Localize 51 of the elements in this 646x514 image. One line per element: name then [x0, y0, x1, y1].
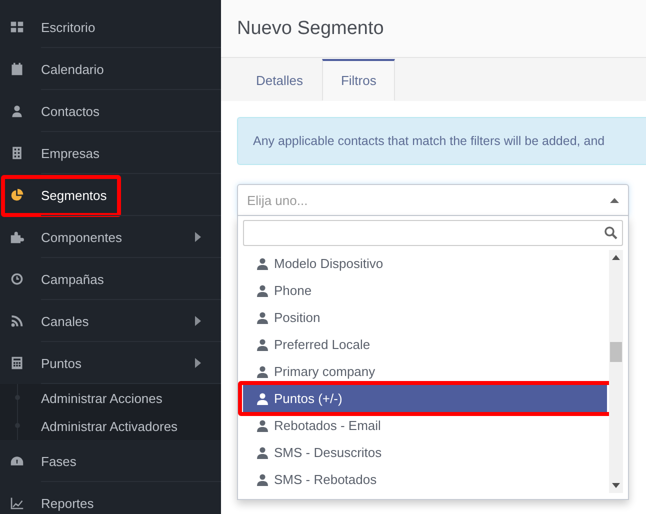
user-icon: [10, 104, 24, 118]
line-chart-icon: [10, 496, 24, 510]
grid-icon: [10, 20, 24, 34]
user-icon: [257, 392, 268, 404]
gauge-icon: [10, 454, 24, 468]
tab[interactable]: Filtros: [322, 59, 396, 101]
scrollbar-thumb[interactable]: [610, 342, 622, 362]
sidebar-item[interactable]: Canales: [0, 300, 221, 342]
dropdown-option[interactable]: Modelo Dispositivo: [243, 250, 607, 277]
rss-icon: [10, 314, 24, 328]
user-icon: [257, 420, 268, 432]
dropdown-option[interactable]: Primary company: [243, 358, 607, 385]
pie-chart-icon: [10, 188, 24, 202]
scrollbar[interactable]: [609, 250, 623, 493]
puzzle-icon: [10, 230, 24, 244]
user-icon: [257, 366, 268, 378]
sidebar-item[interactable]: Calendario: [0, 48, 221, 90]
sidebar-item[interactable]: Empresas: [0, 132, 221, 174]
sidebar-item[interactable]: Segmentos: [0, 174, 221, 216]
dropdown-option[interactable]: Preferred Locale: [243, 331, 607, 358]
sidebar-item[interactable]: Escritorio: [0, 6, 221, 48]
submenu-item[interactable]: Administrar Acciones: [41, 390, 162, 406]
scroll-down-icon[interactable]: [612, 483, 620, 488]
user-icon: [257, 284, 268, 296]
dropdown-option[interactable]: Position: [243, 304, 607, 331]
building-icon: [10, 146, 24, 160]
sidebar-item[interactable]: Componentes: [0, 216, 221, 258]
search-icon: [604, 226, 618, 240]
info-alert: Any applicable contacts that match the filters will be added, and: [237, 117, 646, 165]
calculator-icon: [10, 356, 24, 370]
dropdown-option[interactable]: Phone: [243, 277, 607, 304]
user-icon: [257, 258, 268, 270]
sidebar-item[interactable]: Contactos: [0, 90, 221, 132]
calendar-icon: [10, 62, 24, 76]
user-icon: [257, 474, 268, 486]
scroll-up-icon[interactable]: [612, 255, 620, 260]
sidebar-item[interactable]: Puntos: [0, 342, 221, 384]
page-title: Nuevo Segmento: [237, 18, 384, 40]
clock-icon: [10, 272, 24, 286]
search-field[interactable]: [243, 220, 623, 246]
user-icon: [257, 446, 268, 458]
tab[interactable]: Detalles: [237, 59, 322, 101]
user-icon: [257, 312, 268, 324]
caret-up-icon: [610, 198, 619, 202]
sidebar-item[interactable]: Campañas: [0, 258, 221, 300]
submenu-item[interactable]: Administrar Activadores: [41, 418, 178, 434]
dropdown-option[interactable]: Rebotados - Email: [243, 412, 607, 439]
dropdown-option[interactable]: SMS - Rebotados: [243, 466, 607, 493]
user-icon: [257, 338, 268, 350]
dropdown-option[interactable]: SMS - Desuscritos: [243, 439, 607, 466]
sidebar-item[interactable]: Fases: [0, 440, 221, 482]
